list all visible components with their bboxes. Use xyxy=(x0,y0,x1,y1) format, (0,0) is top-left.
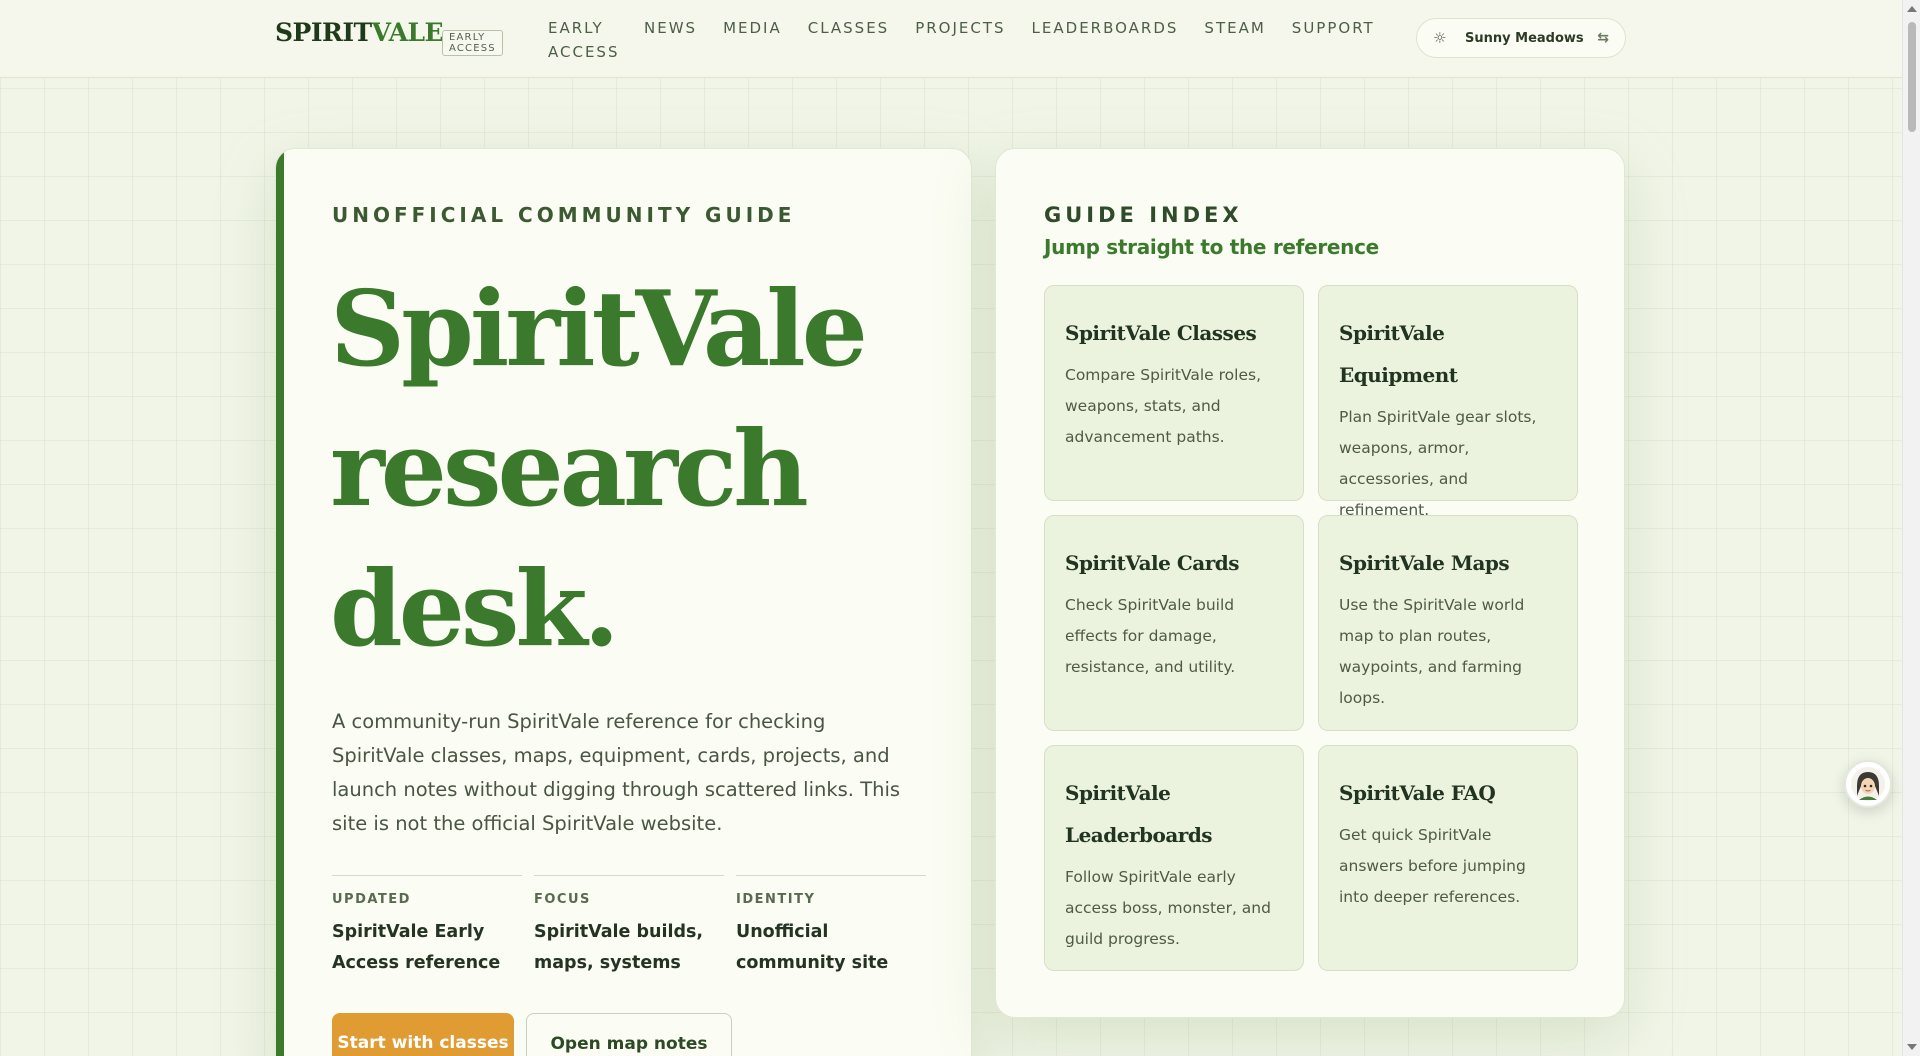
hero-description: A community-run SpiritVale reference for… xyxy=(332,710,901,835)
card-description: Check SpiritVale build effects for damag… xyxy=(1065,596,1236,676)
scroll-down-arrow-icon[interactable] xyxy=(1907,1044,1917,1050)
nav-early-access[interactable]: EARLY ACCESS xyxy=(548,16,618,64)
start-with-classes-button[interactable]: Start with classes xyxy=(332,1013,514,1056)
card-title: SpiritVale Equipment xyxy=(1339,321,1458,387)
nav-classes[interactable]: CLASSES xyxy=(808,16,889,64)
card-title: SpiritVale Maps xyxy=(1339,551,1510,575)
guide-index-panel: GUIDE INDEX Jump straight to the referen… xyxy=(995,148,1625,1018)
top-navigation-bar: SPIRITVALE EARLY ACCESS EARLY ACCESS NEWS… xyxy=(0,0,1902,78)
meta-updated: UPDATED SpiritVale Early Access referenc… xyxy=(332,875,522,979)
hero-card: UNOFFICIAL COMMUNITY GUIDE SpiritVale re… xyxy=(275,148,972,1056)
guide-eyebrow: GUIDE INDEX xyxy=(1044,203,1243,227)
nav-support[interactable]: SUPPORT xyxy=(1292,16,1375,64)
brand-primary: SPIRIT xyxy=(275,18,372,47)
card-description: Use the SpiritVale world map to plan rou… xyxy=(1339,596,1525,707)
avatar-icon xyxy=(1851,767,1885,801)
page-title: SpiritVale research desk. xyxy=(330,267,868,670)
card-description: Follow SpiritVale early access boss, mon… xyxy=(1065,868,1271,948)
early-access-badge: EARLY ACCESS xyxy=(442,30,503,56)
hero-meta: UPDATED SpiritVale Early Access referenc… xyxy=(332,875,926,979)
card-description: Plan SpiritVale gear slots, weapons, arm… xyxy=(1339,408,1537,519)
meta-focus: FOCUS SpiritVale builds, maps, systems xyxy=(534,875,724,979)
meta-label: FOCUS xyxy=(534,892,591,907)
theme-label: Sunny Meadows xyxy=(1465,30,1584,46)
meta-value: Unofficial community site xyxy=(736,922,889,973)
nav-media[interactable]: MEDIA xyxy=(723,16,782,64)
meta-value: SpiritVale builds, maps, systems xyxy=(534,922,704,973)
nav-steam[interactable]: STEAM xyxy=(1204,16,1265,64)
card-description: Compare SpiritVale roles, weapons, stats… xyxy=(1065,366,1262,446)
assistant-avatar-button[interactable] xyxy=(1844,760,1892,808)
guide-card-classes[interactable]: SpiritVale Classes Compare SpiritVale ro… xyxy=(1044,285,1304,501)
card-title: SpiritVale Cards xyxy=(1065,551,1239,575)
nav-news[interactable]: NEWS xyxy=(644,16,697,64)
page-scrollbar[interactable] xyxy=(1902,0,1920,1056)
brand-secondary: VALE xyxy=(371,18,444,47)
meta-identity: IDENTITY Unofficial community site xyxy=(736,875,926,979)
guide-card-faq[interactable]: SpiritVale FAQ Get quick SpiritVale answ… xyxy=(1318,745,1578,971)
guide-card-leaderboards[interactable]: SpiritVale Leaderboards Follow SpiritVal… xyxy=(1044,745,1304,971)
main-nav: EARLY ACCESS NEWS MEDIA CLASSES PROJECTS… xyxy=(548,16,1401,64)
nav-leaderboards[interactable]: LEADERBOARDS xyxy=(1032,16,1179,64)
theme-switcher-button[interactable]: ☼ Sunny Meadows ⇆ xyxy=(1416,18,1626,58)
meta-value: SpiritVale Early Access reference xyxy=(332,922,501,973)
meta-label: UPDATED xyxy=(332,892,411,907)
swap-icon: ⇆ xyxy=(1597,30,1609,46)
sun-icon: ☼ xyxy=(1433,29,1447,47)
scrollbar-thumb[interactable] xyxy=(1908,22,1916,132)
meta-label: IDENTITY xyxy=(736,892,816,907)
open-map-notes-button[interactable]: Open map notes xyxy=(526,1013,732,1056)
guide-card-maps[interactable]: SpiritVale Maps Use the SpiritVale world… xyxy=(1318,515,1578,731)
nav-projects[interactable]: PROJECTS xyxy=(915,16,1005,64)
guide-card-cards[interactable]: SpiritVale Cards Check SpiritVale build … xyxy=(1044,515,1304,731)
card-title: SpiritVale Leaderboards xyxy=(1065,781,1213,847)
guide-subtitle: Jump straight to the reference xyxy=(1044,235,1379,259)
card-title: SpiritVale Classes xyxy=(1065,321,1257,345)
hero-eyebrow: UNOFFICIAL COMMUNITY GUIDE xyxy=(332,203,796,227)
guide-card-equipment[interactable]: SpiritVale Equipment Plan SpiritVale gea… xyxy=(1318,285,1578,519)
card-description: Get quick SpiritVale answers before jump… xyxy=(1339,826,1526,906)
card-title: SpiritVale FAQ xyxy=(1339,781,1496,805)
scroll-up-arrow-icon[interactable] xyxy=(1907,6,1917,12)
site-logo[interactable]: SPIRITVALE xyxy=(275,18,444,47)
